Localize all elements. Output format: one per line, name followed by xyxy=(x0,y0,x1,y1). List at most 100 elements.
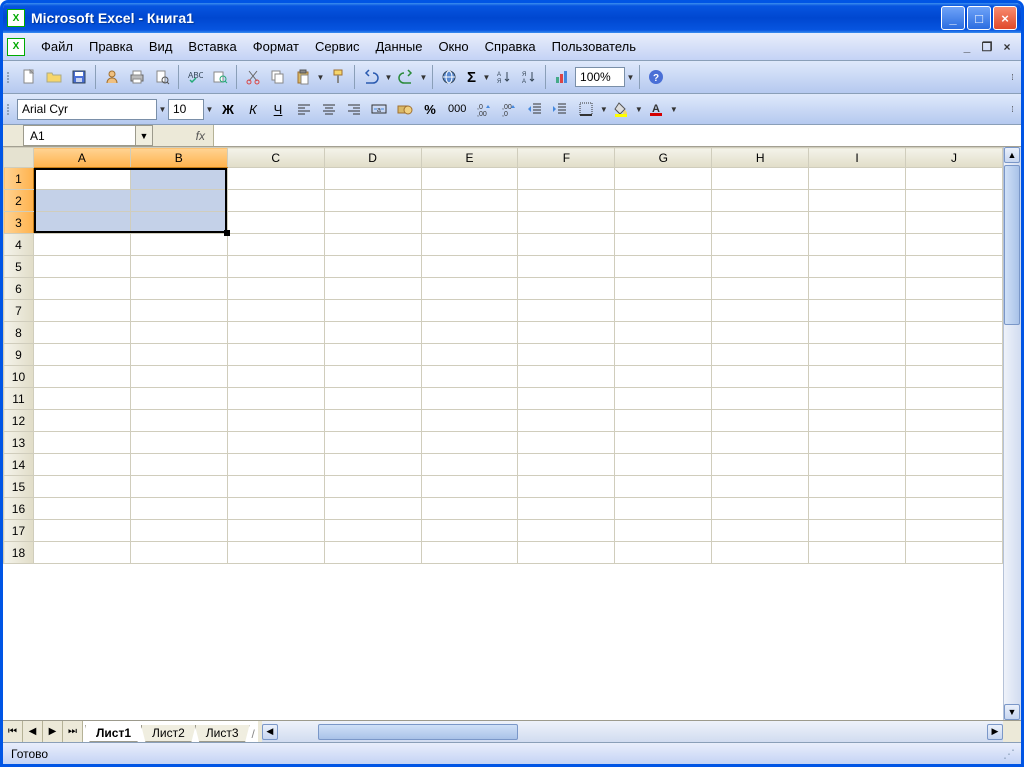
cell-B7[interactable] xyxy=(130,300,227,322)
cell-D1[interactable] xyxy=(324,168,421,190)
row-header-6[interactable]: 6 xyxy=(4,278,34,300)
font-size-combo[interactable] xyxy=(168,99,204,120)
cell-E8[interactable] xyxy=(421,322,518,344)
cell-I1[interactable] xyxy=(809,168,906,190)
minimize-button[interactable]: _ xyxy=(941,6,965,30)
open-icon[interactable] xyxy=(42,65,66,89)
row-header-7[interactable]: 7 xyxy=(4,300,34,322)
cell-D18[interactable] xyxy=(324,542,421,564)
cell-H14[interactable] xyxy=(712,454,809,476)
cell-J4[interactable] xyxy=(905,234,1002,256)
cell-F13[interactable] xyxy=(518,432,615,454)
cell-B4[interactable] xyxy=(130,234,227,256)
name-box[interactable]: A1 xyxy=(23,125,135,146)
resize-grip-icon[interactable]: ⋰ xyxy=(1003,747,1013,761)
cell-D14[interactable] xyxy=(324,454,421,476)
copy-icon[interactable] xyxy=(266,65,290,89)
cell-C6[interactable] xyxy=(227,278,324,300)
cell-E4[interactable] xyxy=(421,234,518,256)
cell-F7[interactable] xyxy=(518,300,615,322)
cell-F10[interactable] xyxy=(518,366,615,388)
cell-F12[interactable] xyxy=(518,410,615,432)
row-header-13[interactable]: 13 xyxy=(4,432,34,454)
cell-I6[interactable] xyxy=(809,278,906,300)
cell-J15[interactable] xyxy=(905,476,1002,498)
cell-B8[interactable] xyxy=(130,322,227,344)
bold-button[interactable]: Ж xyxy=(216,97,240,121)
cell-G7[interactable] xyxy=(615,300,712,322)
cell-E13[interactable] xyxy=(421,432,518,454)
cell-H17[interactable] xyxy=(712,520,809,542)
cell-B1[interactable] xyxy=(130,168,227,190)
cell-B5[interactable] xyxy=(130,256,227,278)
cell-G2[interactable] xyxy=(615,190,712,212)
tab-nav-first[interactable]: ⏮ xyxy=(3,721,23,742)
merge-center-icon[interactable]: a xyxy=(367,97,391,121)
help-icon[interactable]: ? xyxy=(644,65,668,89)
cell-D11[interactable] xyxy=(324,388,421,410)
borders-dropdown[interactable]: ▼ xyxy=(599,105,608,114)
undo-dropdown[interactable]: ▼ xyxy=(384,73,393,82)
cell-G6[interactable] xyxy=(615,278,712,300)
cell-E7[interactable] xyxy=(421,300,518,322)
col-header-H[interactable]: H xyxy=(712,148,809,168)
name-box-dropdown[interactable]: ▼ xyxy=(135,125,153,146)
cell-I11[interactable] xyxy=(809,388,906,410)
cell-E9[interactable] xyxy=(421,344,518,366)
cell-C18[interactable] xyxy=(227,542,324,564)
cell-D2[interactable] xyxy=(324,190,421,212)
menu-insert[interactable]: Вставка xyxy=(180,36,244,57)
decrease-decimal-icon[interactable]: ,00,0 xyxy=(497,97,521,121)
autosum-icon[interactable]: Σ xyxy=(462,65,481,89)
cell-A9[interactable] xyxy=(33,344,130,366)
cell-B16[interactable] xyxy=(130,498,227,520)
cell-B11[interactable] xyxy=(130,388,227,410)
align-right-icon[interactable] xyxy=(342,97,366,121)
cell-J7[interactable] xyxy=(905,300,1002,322)
cell-D4[interactable] xyxy=(324,234,421,256)
currency-icon[interactable] xyxy=(393,97,417,121)
cell-J3[interactable] xyxy=(905,212,1002,234)
sheet-tab-Лист2[interactable]: Лист2 xyxy=(141,725,196,742)
excel-doc-icon[interactable]: X xyxy=(7,38,25,56)
borders-icon[interactable] xyxy=(574,97,598,121)
doc-minimize-button[interactable]: _ xyxy=(959,40,975,54)
cell-A7[interactable] xyxy=(33,300,130,322)
cell-B12[interactable] xyxy=(130,410,227,432)
cell-H5[interactable] xyxy=(712,256,809,278)
align-center-icon[interactable] xyxy=(317,97,341,121)
col-header-J[interactable]: J xyxy=(905,148,1002,168)
cell-H11[interactable] xyxy=(712,388,809,410)
cell-F5[interactable] xyxy=(518,256,615,278)
col-header-A[interactable]: A xyxy=(33,148,130,168)
menu-data[interactable]: Данные xyxy=(367,36,430,57)
cell-D16[interactable] xyxy=(324,498,421,520)
cell-J18[interactable] xyxy=(905,542,1002,564)
cell-B14[interactable] xyxy=(130,454,227,476)
cell-I2[interactable] xyxy=(809,190,906,212)
cell-H1[interactable] xyxy=(712,168,809,190)
cell-I4[interactable] xyxy=(809,234,906,256)
cell-F15[interactable] xyxy=(518,476,615,498)
vertical-scroll-thumb[interactable] xyxy=(1004,165,1020,325)
formula-input[interactable] xyxy=(213,125,1021,146)
cell-G17[interactable] xyxy=(615,520,712,542)
cell-F3[interactable] xyxy=(518,212,615,234)
select-all-corner[interactable] xyxy=(4,148,34,168)
cell-E17[interactable] xyxy=(421,520,518,542)
col-header-F[interactable]: F xyxy=(518,148,615,168)
undo-icon[interactable] xyxy=(359,65,383,89)
cell-A14[interactable] xyxy=(33,454,130,476)
cell-C9[interactable] xyxy=(227,344,324,366)
decrease-indent-icon[interactable] xyxy=(523,97,547,121)
cell-B17[interactable] xyxy=(130,520,227,542)
cell-J17[interactable] xyxy=(905,520,1002,542)
cell-J12[interactable] xyxy=(905,410,1002,432)
comma-style-button[interactable]: 000 xyxy=(443,97,471,121)
cell-F9[interactable] xyxy=(518,344,615,366)
fx-button[interactable]: fx xyxy=(153,125,213,146)
cell-B2[interactable] xyxy=(130,190,227,212)
cell-F18[interactable] xyxy=(518,542,615,564)
cell-E18[interactable] xyxy=(421,542,518,564)
redo-icon[interactable] xyxy=(394,65,418,89)
